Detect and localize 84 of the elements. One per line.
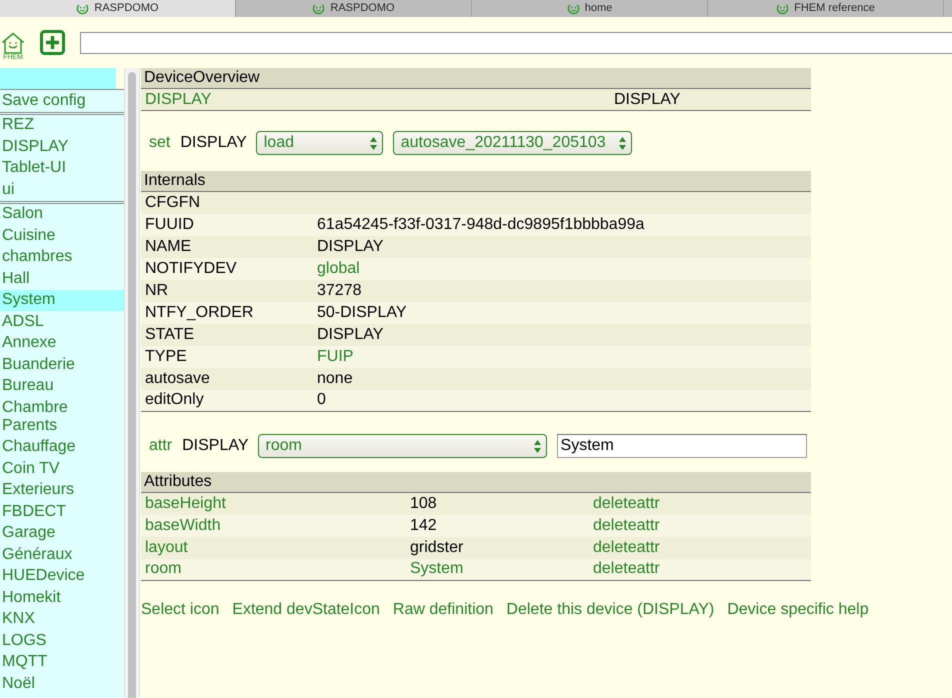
menu-item[interactable]: Coin TV <box>0 458 124 480</box>
menu-item[interactable]: ui <box>0 179 124 200</box>
set-button[interactable]: set <box>149 133 170 153</box>
scrollbar-thumb[interactable] <box>128 72 136 698</box>
action-link[interactable]: Extend devStateIcon <box>232 600 380 620</box>
menu-item[interactable]: Généraux <box>0 544 124 566</box>
internal-name: NTFY_ORDER <box>145 304 254 320</box>
command-field[interactable] <box>80 32 952 54</box>
internal-value-link[interactable]: global <box>317 260 360 276</box>
menu-item[interactable]: Noël <box>0 673 124 694</box>
dropdown-select[interactable]: autosave_20211130_205103 <box>392 131 632 155</box>
menu-item[interactable]: Annexe <box>0 332 124 354</box>
internal-name: NOTIFYDEV <box>145 260 237 276</box>
section-header: Internals <box>141 171 811 192</box>
device-name: DISPLAY <box>182 436 249 456</box>
menu-item[interactable]: Save config <box>0 90 124 112</box>
menu-item[interactable]: chambres <box>0 246 124 268</box>
action-link[interactable]: Raw definition <box>392 600 494 620</box>
menu-item[interactable]: MQTT <box>0 652 124 673</box>
house-icon <box>1 32 25 54</box>
browser-tab[interactable]: RASPDOMO <box>0 0 236 17</box>
menu-item[interactable]: Cuisine <box>0 225 124 246</box>
updown-arrows-icon <box>534 440 541 452</box>
device-link[interactable]: DISPLAY <box>145 90 212 108</box>
menu-item[interactable]: Hall <box>0 268 124 290</box>
dropdown-select[interactable]: load <box>256 131 383 155</box>
smiley-icon <box>566 2 580 15</box>
smiley-icon <box>76 2 90 15</box>
menu-item[interactable]: Bureau <box>0 376 124 397</box>
section-header: DeviceOverview <box>141 68 811 88</box>
internal-name: NAME <box>145 238 192 254</box>
updown-arrows-icon <box>618 136 626 150</box>
menu-item[interactable]: FBDECT <box>0 501 124 522</box>
internal-name: autosave <box>145 370 210 386</box>
section-header: Attributes <box>141 472 811 492</box>
attribute-name-link[interactable]: layout <box>145 538 188 556</box>
smiley-icon <box>312 2 326 15</box>
smiley-icon <box>776 2 790 15</box>
menu-item[interactable]: LOGS <box>0 630 124 652</box>
internal-name: TYPE <box>145 348 187 364</box>
menu-item[interactable]: Buanderie <box>0 354 124 376</box>
menu-item[interactable]: HUEDevice <box>0 566 124 587</box>
menu-item[interactable]: REZ <box>0 114 124 136</box>
internal-value: 61a54245-f33f-0317-948d-dc9895f1bbbba99a <box>317 216 644 232</box>
menu-item[interactable]: Exterieurs <box>0 480 124 501</box>
menu-item[interactable]: Chambre Parents <box>0 397 124 436</box>
action-link[interactable]: Select icon <box>141 600 220 620</box>
menu-item[interactable]: Chauffage <box>0 436 124 458</box>
menu-item[interactable]: DISPLAY <box>0 136 124 158</box>
internal-value: DISPLAY <box>317 326 384 342</box>
select-value: load <box>264 133 294 153</box>
device-name: DISPLAY <box>180 133 247 153</box>
internal-value: 0 <box>317 391 326 408</box>
updown-arrows-icon <box>370 136 377 150</box>
internal-name: CFGFN <box>145 194 200 211</box>
internal-value: none <box>317 370 353 386</box>
menu-item[interactable]: Salon <box>0 204 124 225</box>
menu-item[interactable]: Tablet-UI <box>0 158 124 179</box>
menu-item[interactable]: System <box>0 290 124 311</box>
device-state: DISPLAY <box>614 90 680 108</box>
internal-value: DISPLAY <box>317 238 384 254</box>
internal-name: NR <box>145 282 168 298</box>
attribute-value: gridster <box>410 538 464 556</box>
internal-value: 37278 <box>317 282 362 298</box>
internal-value: 50-DISPLAY <box>317 304 407 320</box>
internal-value-link[interactable]: FUIP <box>317 348 354 364</box>
select-value: room <box>266 436 302 456</box>
attribute-name-link[interactable]: room <box>145 560 182 578</box>
internal-name: STATE <box>145 326 194 342</box>
attribute-value: 142 <box>410 516 437 534</box>
plus-icon[interactable] <box>40 30 65 55</box>
action-link[interactable]: Device specific help <box>727 600 869 620</box>
select-value: autosave_20211130_205103 <box>400 133 606 153</box>
internal-name: editOnly <box>145 391 204 408</box>
menu-item[interactable]: Homekit <box>0 587 124 608</box>
menu-item[interactable]: ADSL <box>0 311 124 332</box>
dropdown-select[interactable]: room <box>258 434 547 458</box>
attribute-value-field[interactable]: System <box>556 434 807 458</box>
attr-button[interactable]: attr <box>149 436 172 456</box>
menu-item[interactable]: Garage <box>0 522 124 544</box>
menu-item[interactable]: KNX <box>0 608 124 630</box>
attribute-value: 108 <box>410 494 437 512</box>
action-link[interactable]: Delete this device (DISPLAY) <box>506 600 714 620</box>
internal-name: FUUID <box>145 216 194 232</box>
